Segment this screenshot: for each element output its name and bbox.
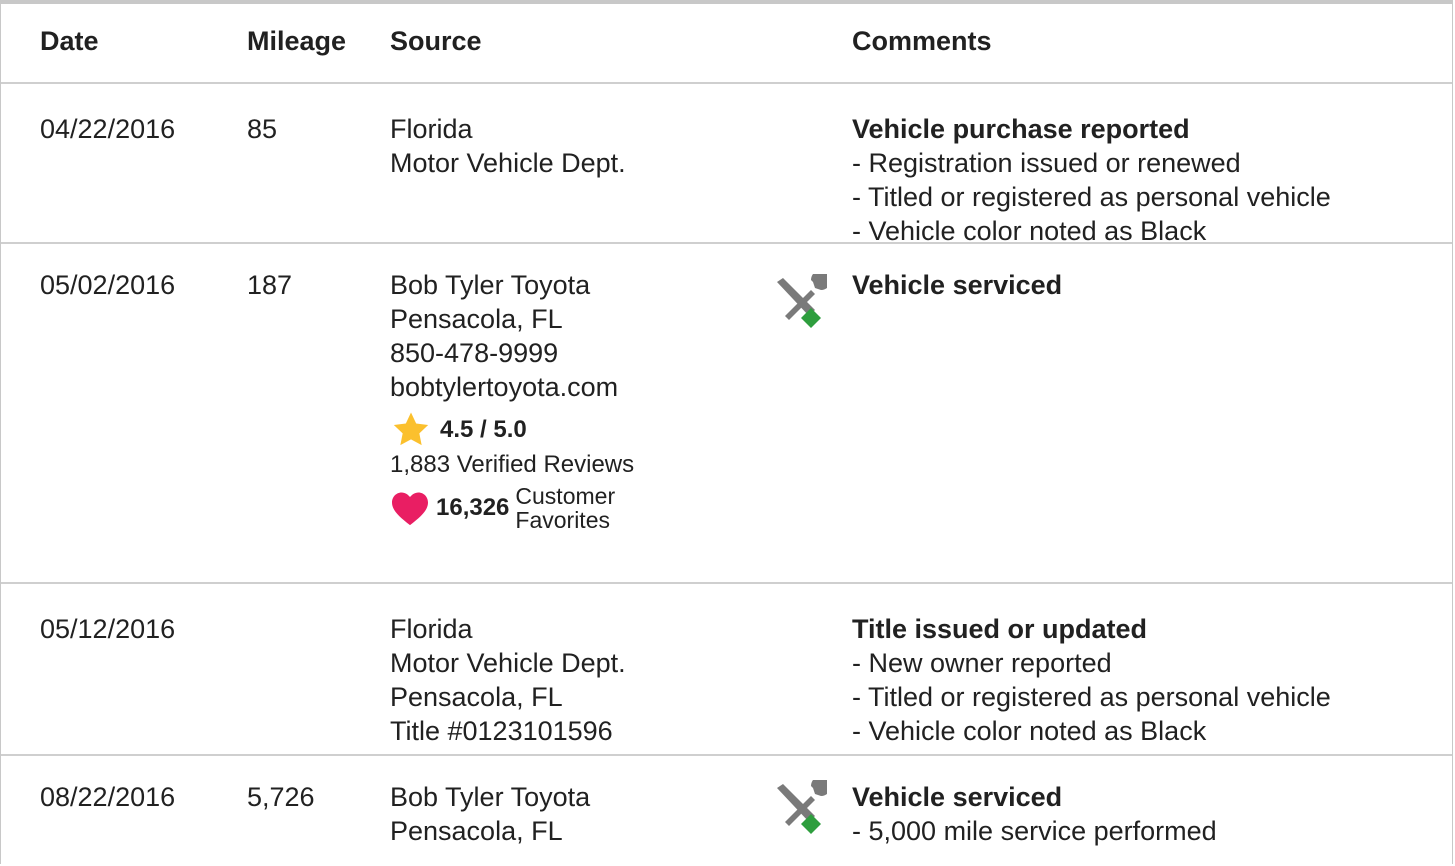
row-mileage: 187 <box>247 270 293 300</box>
source-line: Pensacola, FL <box>390 816 563 846</box>
comment-title: Title issued or updated <box>852 614 1148 644</box>
comment-item: - Titled or registered as personal vehic… <box>852 182 1331 212</box>
table-row: 05/02/2016 187 Bob Tyler Toyota Pensacol… <box>1 244 1452 584</box>
source-line: Motor Vehicle Dept. <box>390 148 626 178</box>
row-comments: Vehicle serviced <box>852 268 1062 302</box>
favorites-label: Customer Favorites <box>515 483 616 533</box>
row-date: 04/22/2016 <box>40 114 176 144</box>
comment-item: - Titled or registered as personal vehic… <box>852 682 1331 712</box>
row-mileage: 85 <box>247 114 278 144</box>
table-row: 04/22/2016 85 Florida Motor Vehicle Dept… <box>1 84 1452 246</box>
star-icon <box>393 412 429 446</box>
header-date: Date <box>40 26 99 56</box>
row-date: 05/12/2016 <box>40 614 176 644</box>
favorites-count: 16,326 <box>436 494 510 521</box>
comment-item: - Vehicle color noted as Black <box>852 716 1207 746</box>
dealer-rating: 4.5 / 5.0 <box>390 410 634 450</box>
comment-title: Vehicle serviced <box>852 782 1063 812</box>
header-source: Source <box>390 26 482 56</box>
table-row: 05/12/2016 Florida Motor Vehicle Dept. P… <box>1 584 1452 756</box>
heart-icon <box>392 492 428 526</box>
customer-favorites: 16,326 Customer Favorites <box>390 484 634 532</box>
table-header: Date Mileage Source Comments <box>1 4 1452 84</box>
source-title-number: Title #0123101596 <box>390 716 613 746</box>
comment-title: Vehicle serviced <box>852 270 1063 300</box>
row-comments: Title issued or updated - New owner repo… <box>852 612 1331 748</box>
row-date: 08/22/2016 <box>40 782 176 812</box>
source-dealer-name[interactable]: Bob Tyler Toyota <box>390 780 590 814</box>
header-mileage: Mileage <box>247 26 347 56</box>
verified-reviews-link[interactable]: 1,883 Verified Reviews <box>390 450 634 480</box>
comment-item: - Vehicle color noted as Black <box>852 216 1207 246</box>
row-source: Bob Tyler Toyota Pensacola, FL 850-478-9… <box>390 268 634 532</box>
comment-title: Vehicle purchase reported <box>852 114 1190 144</box>
rating-value: 4.5 / 5.0 <box>440 416 527 443</box>
row-mileage: 5,726 <box>247 782 315 812</box>
source-line: Motor Vehicle Dept. <box>390 648 626 678</box>
header-comments: Comments <box>852 26 992 56</box>
source-line: Florida <box>390 114 473 144</box>
comment-item: - Registration issued or renewed <box>852 148 1241 178</box>
comment-item: - New owner reported <box>852 648 1112 678</box>
vehicle-history-table: Date Mileage Source Comments 04/22/2016 … <box>0 0 1453 864</box>
service-wrench-icon <box>777 274 827 328</box>
row-source: Florida Motor Vehicle Dept. <box>390 112 626 180</box>
row-source: Florida Motor Vehicle Dept. Pensacola, F… <box>390 612 626 748</box>
service-wrench-icon <box>777 780 827 834</box>
source-line: Pensacola, FL <box>390 682 563 712</box>
source-line: Florida <box>390 614 473 644</box>
comment-item: - 5,000 mile service performed <box>852 816 1217 846</box>
source-line: Pensacola, FL <box>390 304 563 334</box>
table-row: 08/22/2016 5,726 Bob Tyler Toyota Pensac… <box>1 756 1452 866</box>
row-source: Bob Tyler Toyota Pensacola, FL <box>390 780 590 848</box>
row-comments: Vehicle purchase reported - Registration… <box>852 112 1331 248</box>
source-phone[interactable]: 850-478-9999 <box>390 336 634 370</box>
source-dealer-name[interactable]: Bob Tyler Toyota <box>390 268 634 302</box>
row-comments: Vehicle serviced - 5,000 mile service pe… <box>852 780 1217 848</box>
source-website-link[interactable]: bobtylertoyota.com <box>390 370 634 404</box>
row-date: 05/02/2016 <box>40 270 176 300</box>
